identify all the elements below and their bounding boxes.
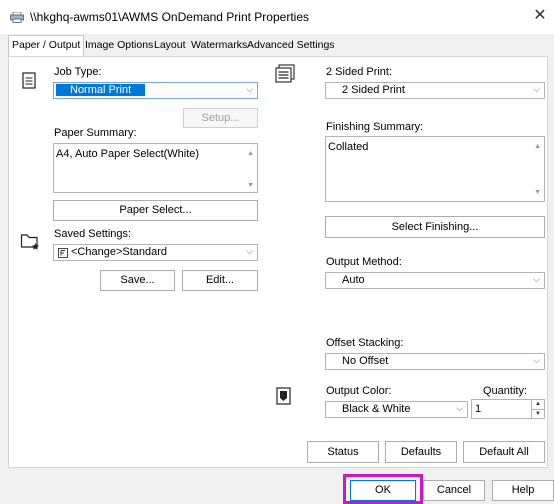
- chevron-down-icon: ⌵: [246, 84, 253, 94]
- paper-summary-box: A4, Auto Paper Select(White) ▲ ▼: [53, 143, 258, 193]
- output-method-label: Output Method:: [326, 256, 402, 268]
- defaults-button[interactable]: Defaults: [385, 441, 457, 463]
- window-title: \\hkghq-awms01\AWMS OnDemand Print Prope…: [30, 10, 309, 24]
- output-method-value: Auto: [342, 274, 365, 286]
- edit-button[interactable]: Edit...: [182, 270, 258, 291]
- scroll-down-icon[interactable]: ▼: [247, 182, 254, 189]
- two-sided-print-icon: [275, 64, 295, 83]
- job-type-select[interactable]: Normal Print ⌵: [53, 82, 258, 99]
- output-color-value: Black & White: [342, 403, 411, 415]
- scroll-down-icon[interactable]: ▼: [534, 189, 541, 196]
- two-sided-select[interactable]: 2 Sided Print ⌵: [325, 82, 545, 99]
- tab-watermarks[interactable]: Watermarks: [188, 36, 250, 56]
- job-type-label: Job Type:: [54, 66, 102, 78]
- paper-summary-text: A4, Auto Paper Select(White): [56, 148, 200, 160]
- quantity-label: Quantity:: [483, 385, 528, 397]
- select-finishing-button[interactable]: Select Finishing...: [325, 216, 545, 238]
- finishing-summary-text: Collated: [328, 141, 369, 153]
- offset-stacking-label: Offset Stacking:: [326, 337, 404, 349]
- paper-summary-label: Paper Summary:: [54, 127, 137, 139]
- paper-select-button[interactable]: Paper Select...: [53, 200, 258, 221]
- chevron-down-icon: ⌵: [533, 84, 540, 94]
- status-button[interactable]: Status: [307, 441, 379, 463]
- scroll-up-icon[interactable]: ▲: [247, 150, 254, 157]
- default-all-button[interactable]: Default All: [463, 441, 545, 463]
- offset-stacking-value: No Offset: [342, 355, 389, 367]
- two-sided-label: 2 Sided Print:: [326, 66, 393, 78]
- offset-stacking-select[interactable]: No Offset ⌵: [325, 353, 545, 370]
- printer-icon: [10, 12, 24, 23]
- quantity-stepper[interactable]: 1 ▲ ▼: [471, 399, 545, 419]
- saved-settings-label: Saved Settings:: [54, 228, 132, 240]
- finishing-summary-label: Finishing Summary:: [326, 121, 424, 133]
- chevron-down-icon: ⌵: [456, 403, 463, 413]
- finishing-summary-box: Collated ▲ ▼: [325, 136, 545, 202]
- output-method-select[interactable]: Auto ⌵: [325, 272, 545, 289]
- close-icon[interactable]: ✕: [530, 6, 550, 26]
- chevron-down-icon: ⌵: [533, 274, 540, 284]
- job-type-value: Normal Print: [56, 84, 146, 96]
- output-color-icon: [276, 387, 291, 405]
- spin-down-icon[interactable]: ▼: [531, 409, 544, 419]
- output-color-label: Output Color:: [326, 385, 392, 397]
- folder-star-icon: [20, 234, 40, 250]
- spin-up-icon[interactable]: ▲: [531, 400, 544, 409]
- save-button[interactable]: Save...: [100, 270, 175, 291]
- scroll-up-icon[interactable]: ▲: [534, 143, 541, 150]
- setup-button[interactable]: Setup...: [183, 108, 258, 128]
- title-bar: \\hkghq-awms01\AWMS OnDemand Print Prope…: [0, 0, 554, 34]
- document-icon: [22, 72, 36, 89]
- tab-layout[interactable]: Layout: [151, 36, 189, 56]
- chevron-down-icon: ⌵: [533, 355, 540, 365]
- tab-advanced-settings[interactable]: Advanced Settings: [244, 36, 338, 56]
- tab-paper-output[interactable]: Paper / Output: [8, 35, 85, 58]
- saved-settings-value: <Change>Standard: [71, 246, 168, 258]
- settings-file-icon: [58, 248, 68, 258]
- chevron-down-icon: ⌵: [246, 246, 253, 256]
- tab-image-options[interactable]: Image Options: [82, 36, 156, 56]
- help-button[interactable]: Help: [492, 480, 554, 501]
- quantity-value: 1: [475, 403, 482, 415]
- cancel-button[interactable]: Cancel: [423, 480, 485, 501]
- two-sided-value: 2 Sided Print: [342, 84, 405, 96]
- saved-settings-select[interactable]: <Change>Standard ⌵: [53, 244, 258, 261]
- output-color-select[interactable]: Black & White ⌵: [325, 401, 468, 418]
- ok-button[interactable]: OK: [350, 480, 416, 501]
